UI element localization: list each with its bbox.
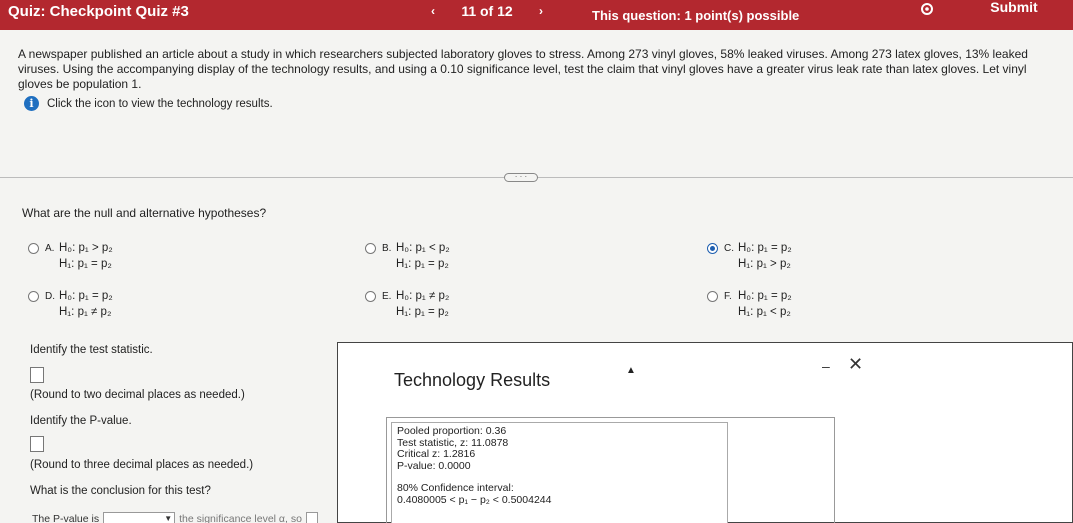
option-c-h1: H₁: p₁ > p₂ (738, 258, 791, 270)
submit-button[interactable]: Submit (978, 0, 1050, 20)
technology-results-dialog: Technology Results ▲ – ✕ Pooled proporti… (337, 342, 1073, 523)
p-value-prompt: Identify the P-value. (30, 415, 132, 427)
option-a-h1: H₁: p₁ = p₂ (59, 258, 112, 270)
minimize-icon[interactable]: – (822, 358, 830, 374)
output-frame: Pooled proportion: 0.36 Test statistic, … (386, 417, 835, 523)
question-points: This question: 1 point(s) possible (592, 8, 800, 23)
gear-icon[interactable] (916, 1, 938, 23)
option-f-h0: H₀: p₁ = p₂ (738, 290, 792, 302)
option-c-letter: C. (724, 243, 734, 254)
info-icon[interactable]: i (24, 96, 39, 111)
option-d-h0: H₀: p₁ = p₂ (59, 290, 113, 302)
close-icon[interactable]: ✕ (848, 355, 863, 373)
test-statistic-hint: (Round to two decimal places as needed.) (30, 389, 245, 401)
p-value-result: P-value: 0.0000 (397, 459, 471, 472)
option-b-h0: H₀: p₁ < p₂ (396, 242, 450, 254)
conclusion-start-text: The P-value is (32, 513, 100, 523)
option-a-h0: H₀: p₁ > p₂ (59, 242, 113, 254)
option-d-h1: H₁: p₁ ≠ p₂ (59, 306, 112, 318)
option-b-h1: H₁: p₁ = p₂ (396, 258, 449, 270)
question-counter: 11 of 12 (461, 3, 513, 19)
conclusion-dropdown[interactable] (305, 512, 318, 523)
top-bar: Quiz: Checkpoint Quiz #3 ‹ 11 of 12 › Th… (0, 0, 1073, 30)
option-b-letter: B. (382, 243, 392, 254)
confidence-interval-label: 80% Confidence interval: (397, 482, 514, 494)
option-a-radio[interactable] (28, 243, 39, 254)
technology-results-link[interactable]: i Click the icon to view the technology … (24, 96, 273, 111)
option-e[interactable]: E. H₀: p₁ ≠ p₂ H₁: p₁ = p₂ (365, 290, 449, 318)
option-b-radio[interactable] (365, 243, 376, 254)
option-f-h1: H₁: p₁ < p₂ (738, 306, 791, 318)
critical-z: Critical z: 1.2816 (397, 448, 476, 460)
comparison-dropdown[interactable] (103, 512, 176, 523)
option-e-h0: H₀: p₁ ≠ p₂ (396, 290, 450, 302)
next-question-button[interactable]: › (528, 2, 554, 20)
quiz-title: Quiz: Checkpoint Quiz #3 (8, 3, 189, 20)
option-c-h0: H₀: p₁ = p₂ (738, 242, 792, 254)
option-f[interactable]: F. H₀: p₁ = p₂ H₁: p₁ < p₂ (707, 290, 792, 318)
option-b[interactable]: B. H₀: p₁ < p₂ H₁: p₁ = p₂ (365, 242, 450, 270)
p-value-input[interactable] (30, 436, 44, 452)
confidence-interval-value: 0.4080005 < p₁ − p₂ < 0.5004244 (397, 493, 552, 506)
conclusion-prompt: What is the conclusion for this test? (30, 485, 211, 497)
conclusion-sentence: The P-value is the significance level α,… (32, 512, 318, 523)
option-c-radio[interactable] (707, 243, 718, 254)
option-f-letter: F. (724, 291, 732, 302)
question-text: A newspaper published an article about a… (18, 47, 1028, 91)
dialog-title: Technology Results (394, 370, 551, 390)
expand-more-button[interactable]: · · · (504, 173, 538, 182)
mouse-cursor-icon: ▲ (626, 365, 636, 376)
option-c[interactable]: C. H₀: p₁ = p₂ H₁: p₁ > p₂ (707, 242, 792, 270)
test-statistic-prompt: Identify the test statistic. (30, 344, 153, 356)
option-a-letter: A. (45, 243, 55, 254)
p-value-hint: (Round to three decimal places as needed… (30, 459, 254, 471)
pooled-proportion: Pooled proportion: 0.36 (397, 425, 507, 437)
option-f-radio[interactable] (707, 291, 718, 302)
info-text: Click the icon to view the technology re… (47, 97, 273, 110)
option-d[interactable]: D. H₀: p₁ = p₂ H₁: p₁ ≠ p₂ (28, 290, 113, 318)
question-navigation: ‹ 11 of 12 › (420, 0, 554, 22)
option-d-letter: D. (45, 291, 55, 302)
technology-output: Pooled proportion: 0.36 Test statistic, … (391, 422, 728, 523)
option-a[interactable]: A. H₀: p₁ > p₂ H₁: p₁ = p₂ (28, 242, 113, 270)
hypotheses-prompt: What are the null and alternative hypoth… (22, 206, 267, 220)
previous-question-button[interactable]: ‹ (420, 2, 446, 20)
option-d-radio[interactable] (28, 291, 39, 302)
option-e-radio[interactable] (365, 291, 376, 302)
option-e-letter: E. (382, 291, 392, 302)
test-statistic-input[interactable] (30, 367, 44, 383)
conclusion-rest-text: the significance level α, so (179, 513, 302, 523)
option-e-h1: H₁: p₁ = p₂ (396, 306, 449, 318)
